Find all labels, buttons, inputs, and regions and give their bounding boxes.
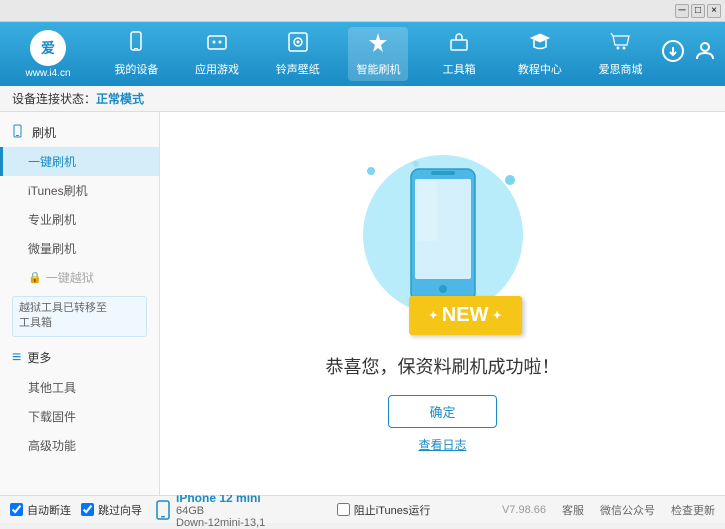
ringtone-icon	[287, 31, 309, 59]
bottom-bar: 自动断连 跳过向导 iPhone 12 mini 64GB Down-12min…	[0, 495, 725, 523]
itunes-section: 阻止iTunes运行	[337, 502, 431, 518]
sidebar: 刷机 一键刷机 iTunes刷机 专业刷机 微量刷机 🔒 一键越狱 越狱工具已转…	[0, 112, 160, 495]
close-button[interactable]: ×	[707, 4, 721, 18]
smart-flash-icon	[367, 31, 389, 59]
sparkle-left: ✦	[429, 309, 438, 322]
bottom-right: V7.98.66 客服 微信公众号 检查更新	[502, 502, 715, 518]
new-badge: ✦ NEW ✦	[409, 296, 522, 335]
sparkle-dot-1	[367, 167, 375, 175]
sidebar-item-itunes[interactable]: iTunes刷机	[0, 176, 159, 205]
sparkle-dot-2	[505, 175, 515, 185]
auto-disconnect-label[interactable]: 自动断连	[27, 502, 71, 518]
nav-app-game-label: 应用游戏	[195, 61, 239, 77]
sidebar-item-one-click[interactable]: 一键刷机	[0, 147, 159, 176]
view-log-link[interactable]: 查看日志	[418, 436, 466, 453]
nav-right	[661, 39, 717, 69]
titlebar: ─ □ ×	[0, 0, 725, 22]
logo-text: www.i4.cn	[25, 68, 70, 79]
lock-icon: 🔒	[28, 271, 42, 284]
sparkle-right: ✦	[492, 309, 501, 322]
status-prefix: 设备连接状态：	[12, 90, 96, 107]
skip-wizard-group: 跳过向导	[81, 502, 142, 518]
svg-text:爱: 爱	[41, 40, 55, 56]
nav-items: 我的设备 应用游戏 铃声壁纸	[96, 27, 661, 81]
sidebar-item-advanced[interactable]: 高级功能	[0, 431, 159, 460]
device-icon	[156, 500, 170, 520]
logo-icon: 爱	[30, 30, 66, 66]
device-storage: 64GB	[176, 505, 265, 517]
nav-ringtone[interactable]: 铃声壁纸	[268, 27, 328, 81]
shop-icon	[610, 31, 632, 59]
my-device-icon	[125, 31, 147, 59]
phone-svg	[403, 165, 483, 305]
nav-tutorial-label: 教程中心	[518, 61, 562, 77]
user-button[interactable]	[693, 39, 717, 69]
illustration: ✦ NEW ✦	[353, 155, 533, 345]
nav-tutorial[interactable]: 教程中心	[510, 27, 570, 81]
nav-smart-flash[interactable]: 智能刷机	[348, 27, 408, 81]
auto-disconnect-group: 自动断连	[10, 502, 71, 518]
download-button[interactable]	[661, 39, 685, 69]
tutorial-icon	[529, 31, 551, 59]
logo: 爱 www.i4.cn	[8, 30, 88, 79]
status-bar: 设备连接状态： 正常模式	[0, 86, 725, 112]
more-section-label: 更多	[27, 349, 51, 366]
auto-disconnect-checkbox[interactable]	[10, 503, 23, 516]
skip-wizard-checkbox[interactable]	[81, 503, 94, 516]
sidebar-item-jailbreak: 🔒 一键越狱	[0, 263, 159, 292]
nav-app-game[interactable]: 应用游戏	[187, 27, 247, 81]
nav-toolbox[interactable]: 工具箱	[429, 27, 489, 81]
update-link[interactable]: 检查更新	[671, 502, 715, 518]
sidebar-item-download-fw[interactable]: 下载固件	[0, 402, 159, 431]
sidebar-item-other-tools[interactable]: 其他工具	[0, 373, 159, 402]
skip-wizard-label[interactable]: 跳过向导	[98, 502, 142, 518]
more-section-icon: ≡	[12, 349, 21, 367]
nav-shop[interactable]: 爱思商城	[591, 27, 651, 81]
maximize-button[interactable]: □	[691, 4, 705, 18]
minimize-button[interactable]: ─	[675, 4, 689, 18]
nav-smart-flash-label: 智能刷机	[356, 61, 400, 77]
sidebar-item-pro-flash[interactable]: 专业刷机	[0, 205, 159, 234]
sidebar-section-flash[interactable]: 刷机	[0, 118, 159, 147]
service-link[interactable]: 客服	[562, 502, 584, 518]
sidebar-item-micro-flash[interactable]: 微量刷机	[0, 234, 159, 263]
sidebar-jailbreak-note: 越狱工具已转移至工具箱	[12, 296, 147, 337]
itunes-stop-checkbox[interactable]	[337, 503, 350, 516]
nav-shop-label: 爱思商城	[599, 61, 643, 77]
nav-ringtone-label: 铃声壁纸	[276, 61, 320, 77]
nav-my-device[interactable]: 我的设备	[106, 27, 166, 81]
content-area: ✦ NEW ✦ 恭喜您，保资料刷机成功啦！ 确定 查看日志	[160, 112, 725, 495]
nav-my-device-label: 我的设备	[114, 61, 158, 77]
flash-section-label: 刷机	[32, 124, 56, 141]
main-content: 刷机 一键刷机 iTunes刷机 专业刷机 微量刷机 🔒 一键越狱 越狱工具已转…	[0, 112, 725, 495]
toolbox-icon	[448, 31, 470, 59]
sidebar-section-more[interactable]: ≡ 更多	[0, 343, 159, 373]
app-game-icon	[206, 31, 228, 59]
version-text: V7.98.66	[502, 504, 546, 516]
confirm-button[interactable]: 确定	[388, 395, 496, 428]
nav-toolbox-label: 工具箱	[443, 61, 476, 77]
success-message: 恭喜您，保资料刷机成功啦！	[326, 353, 560, 379]
itunes-stop-label[interactable]: 阻止iTunes运行	[354, 502, 431, 518]
flash-section-icon	[12, 124, 26, 141]
new-text: NEW	[442, 304, 489, 327]
top-nav: 爱 www.i4.cn 我的设备 应用游戏	[0, 22, 725, 86]
wechat-link[interactable]: 微信公众号	[600, 502, 655, 518]
status-value: 正常模式	[96, 90, 144, 107]
